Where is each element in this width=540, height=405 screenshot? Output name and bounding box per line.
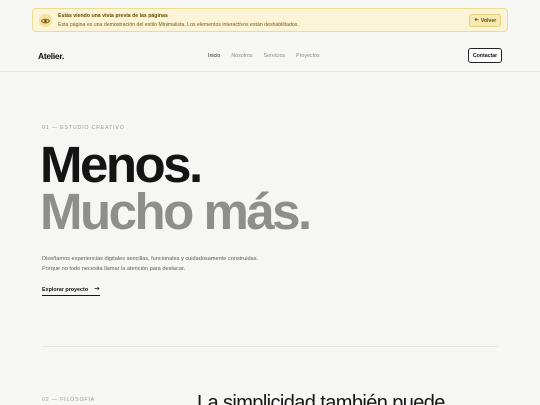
arrow-left-icon bbox=[474, 17, 479, 24]
nav-link-servicios[interactable]: Servicios bbox=[264, 53, 286, 59]
banner-text: Esta página es una demostración del esti… bbox=[58, 22, 299, 28]
eye-icon bbox=[39, 14, 52, 27]
nav-link-inicio[interactable]: Inicio bbox=[208, 53, 220, 59]
philosophy-heading: La simplicidad también puede bbox=[197, 392, 445, 405]
contact-button[interactable]: Contactar bbox=[468, 48, 502, 63]
back-button-label: Volver bbox=[480, 17, 497, 24]
top-navigation: Atelier. Inicio Nosotros Servicios Proye… bbox=[0, 40, 540, 72]
logo[interactable]: Atelier. bbox=[38, 51, 64, 61]
explore-project-label: Explorar proyecto bbox=[42, 286, 89, 293]
hero-description: Diseñamos experiencias digitales sencill… bbox=[42, 256, 259, 272]
hero-eyebrow: 01 — ESTUDIO CREATIVO bbox=[42, 125, 125, 131]
section-divider bbox=[42, 346, 498, 347]
banner-title: Estás viendo una vista previa de las pág… bbox=[58, 13, 168, 19]
explore-project-link[interactable]: Explorar proyecto bbox=[42, 286, 101, 296]
preview-banner: Estás viendo una vista previa de las pág… bbox=[32, 8, 508, 32]
back-button[interactable]: Volver bbox=[469, 14, 501, 27]
nav-link-proyectos[interactable]: Proyectos bbox=[296, 53, 320, 59]
arrow-right-icon bbox=[94, 286, 100, 293]
nav-link-nosotros[interactable]: Nosotros bbox=[231, 53, 252, 59]
nav-links: Inicio Nosotros Servicios Proyectos bbox=[208, 53, 320, 59]
philosophy-eyebrow: 02 — FILOSOFÍA bbox=[42, 397, 95, 403]
hero-headline-secondary: Mucho más. bbox=[40, 183, 312, 240]
